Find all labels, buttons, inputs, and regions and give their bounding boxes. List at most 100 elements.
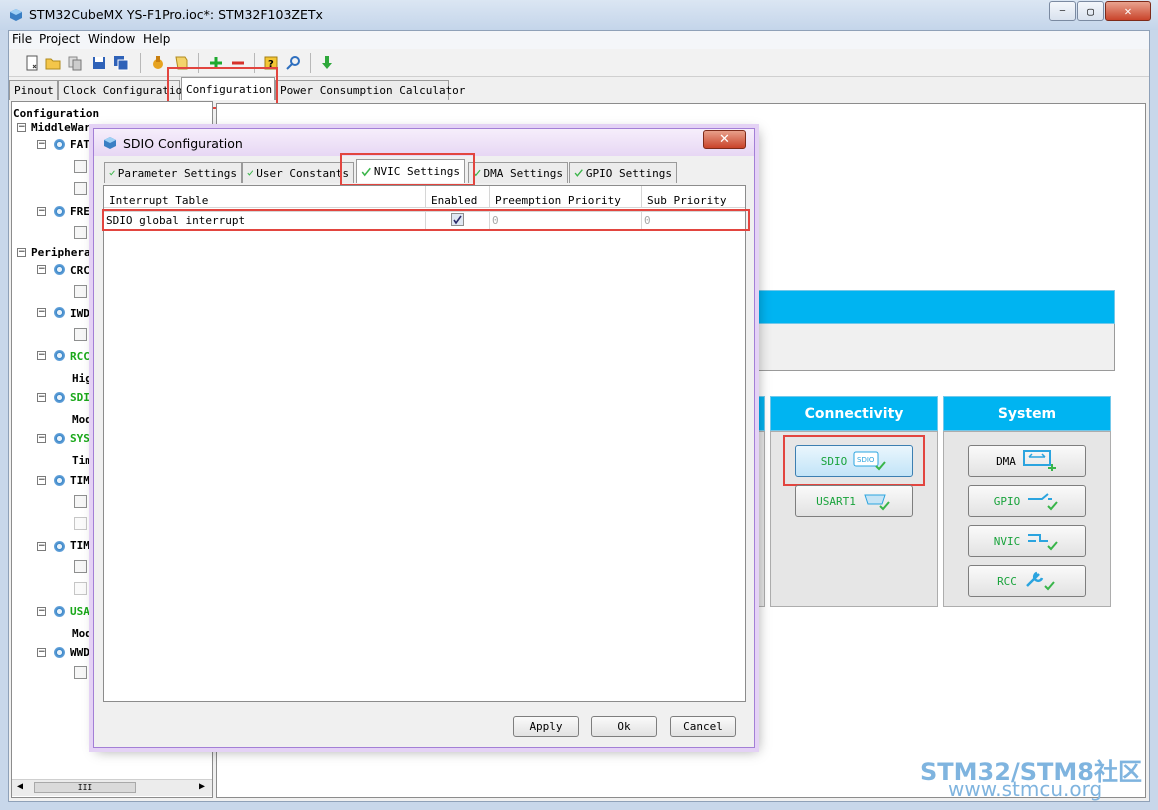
maximize-icon: ▢ — [1087, 4, 1094, 18]
window-title: STM32CubeMX YS-F1Pro.ioc*: STM32F103ZETx — [29, 7, 323, 22]
minimize-button[interactable]: — — [1049, 1, 1076, 21]
open-project-icon[interactable] — [45, 55, 61, 71]
tree-checkbox[interactable] — [74, 285, 87, 298]
menu-help[interactable]: Help — [143, 32, 170, 46]
save-icon[interactable] — [91, 55, 107, 71]
ok-button[interactable]: Ok — [591, 716, 657, 737]
tree-item-crc[interactable]: CRC — [70, 264, 90, 277]
tab-pinout-label: Pinout — [14, 84, 54, 97]
collapse-icon[interactable]: − — [37, 542, 46, 551]
tree-checkbox[interactable] — [74, 328, 87, 341]
usart1-button-label: USART1 — [816, 494, 856, 508]
tab-user-constants[interactable]: User Constants — [242, 162, 354, 183]
check-icon — [109, 170, 115, 176]
gear-icon — [54, 307, 65, 318]
gpio-button-label: GPIO — [993, 494, 1021, 508]
gear-icon — [54, 475, 65, 486]
tree-checkbox[interactable] — [74, 226, 87, 239]
search-icon[interactable] — [285, 55, 301, 71]
collapse-icon[interactable]: − — [37, 207, 46, 216]
dialog-title: SDIO Configuration — [123, 136, 243, 151]
tree-checkbox[interactable] — [74, 666, 87, 679]
nvic-button-label: NVIC — [993, 534, 1021, 548]
close-icon: ✕ — [719, 132, 730, 147]
tree-checkbox[interactable] — [74, 560, 87, 573]
menu-project[interactable]: Project — [39, 32, 80, 46]
collapse-icon[interactable]: − — [37, 140, 46, 149]
tab-power-consumption-calculator[interactable]: Power Consumption Calculator — [275, 80, 465, 100]
tree-item-time[interactable]: Tim — [72, 454, 92, 467]
new-project-icon[interactable] — [24, 55, 40, 71]
collapse-icon[interactable]: − — [37, 434, 46, 443]
tab-dma-settings[interactable]: DMA Settings — [468, 162, 568, 183]
tab-parameter-settings[interactable]: Parameter Settings — [104, 162, 242, 183]
tree-item-mode2[interactable]: Mod — [72, 627, 92, 640]
dialog-close-button[interactable]: ✕ — [703, 130, 746, 149]
dialog-cube-icon — [104, 137, 116, 149]
collapse-icon[interactable]: − — [37, 351, 46, 360]
collapse-icon[interactable]: − — [17, 248, 26, 257]
gear-icon — [54, 350, 65, 361]
menu-window[interactable]: Window — [88, 32, 135, 46]
tree-checkbox[interactable] — [74, 517, 87, 530]
sdio-configuration-dialog: SDIO Configuration ✕ Parameter Settings … — [93, 128, 755, 748]
nvic-button[interactable]: NVIC — [968, 525, 1086, 557]
collapse-icon[interactable]: − — [17, 123, 26, 132]
check-icon — [574, 169, 583, 177]
tab-gpio-settings[interactable]: GPIO Settings — [569, 162, 677, 183]
tree-item-rcc[interactable]: RCC — [70, 350, 90, 363]
tree-item-mode[interactable]: Mod — [72, 413, 92, 426]
collapse-icon[interactable]: − — [37, 393, 46, 402]
dma-button[interactable]: DMA — [968, 445, 1086, 477]
sdio-button-highlight — [783, 435, 925, 486]
tree-checkbox[interactable] — [74, 182, 87, 195]
menu-file[interactable]: File — [12, 32, 32, 46]
nvic-interrupt-icon — [1028, 534, 1059, 551]
gear-icon — [54, 647, 65, 658]
copy-icon[interactable] — [67, 55, 83, 71]
tree-checkbox[interactable] — [74, 582, 87, 595]
rcc-button-label: RCC — [997, 574, 1017, 588]
dma-transfer-icon — [1022, 450, 1056, 471]
apply-button[interactable]: Apply — [513, 716, 579, 737]
tree-item-sys[interactable]: SYS — [70, 432, 90, 445]
scrollbar-grip: III — [77, 783, 93, 792]
gpio-switch-icon — [1028, 493, 1059, 511]
tree-horizontal-scrollbar[interactable]: ◀ III ▶ — [12, 779, 212, 796]
collapse-icon[interactable]: − — [37, 265, 46, 274]
tree-item-usart[interactable]: USA — [70, 605, 90, 618]
rcc-button[interactable]: RCC — [968, 565, 1086, 597]
col-preemption-priority: Preemption Priority — [490, 186, 642, 208]
scroll-right-icon[interactable]: ▶ — [199, 781, 205, 792]
download-icon[interactable] — [319, 55, 335, 71]
collapse-icon[interactable]: − — [37, 607, 46, 616]
collapse-icon[interactable]: − — [37, 648, 46, 657]
tab-pinout[interactable]: Pinout — [9, 80, 58, 100]
save-as-icon[interactable] — [113, 55, 129, 71]
nvic-tab-highlight — [340, 153, 475, 186]
tab-clock-configuration[interactable]: Clock Configuration — [58, 80, 189, 100]
gpio-button[interactable]: GPIO — [968, 485, 1086, 517]
collapse-icon[interactable]: − — [37, 308, 46, 317]
collapse-icon[interactable]: − — [37, 476, 46, 485]
usart1-button[interactable]: USART1 — [795, 485, 913, 517]
interrupt-table: Interrupt Table Enabled Preemption Prior… — [103, 185, 746, 702]
scroll-left-icon[interactable]: ◀ — [17, 781, 23, 792]
col-enabled: Enabled — [426, 186, 490, 208]
generate-code-icon[interactable] — [150, 55, 166, 71]
gear-icon — [54, 139, 65, 150]
apply-button-label: Apply — [529, 720, 563, 733]
maximize-button[interactable]: ▢ — [1077, 1, 1104, 21]
ok-button-label: Ok — [617, 720, 631, 733]
tree-item-tim2[interactable]: TIM — [70, 539, 90, 552]
tab-gpio-settings-label: GPIO Settings — [585, 166, 672, 180]
tree-checkbox[interactable] — [74, 160, 87, 173]
cancel-button[interactable]: Cancel — [670, 716, 736, 737]
minimize-icon: — — [1059, 6, 1066, 16]
close-button[interactable]: ✕ — [1105, 1, 1151, 21]
gear-icon — [54, 206, 65, 217]
category-header-body — [748, 324, 1115, 371]
tree-checkbox[interactable] — [74, 495, 87, 508]
scrollbar-thumb[interactable]: III — [34, 782, 136, 793]
tree-item-high[interactable]: Hig — [72, 372, 92, 385]
